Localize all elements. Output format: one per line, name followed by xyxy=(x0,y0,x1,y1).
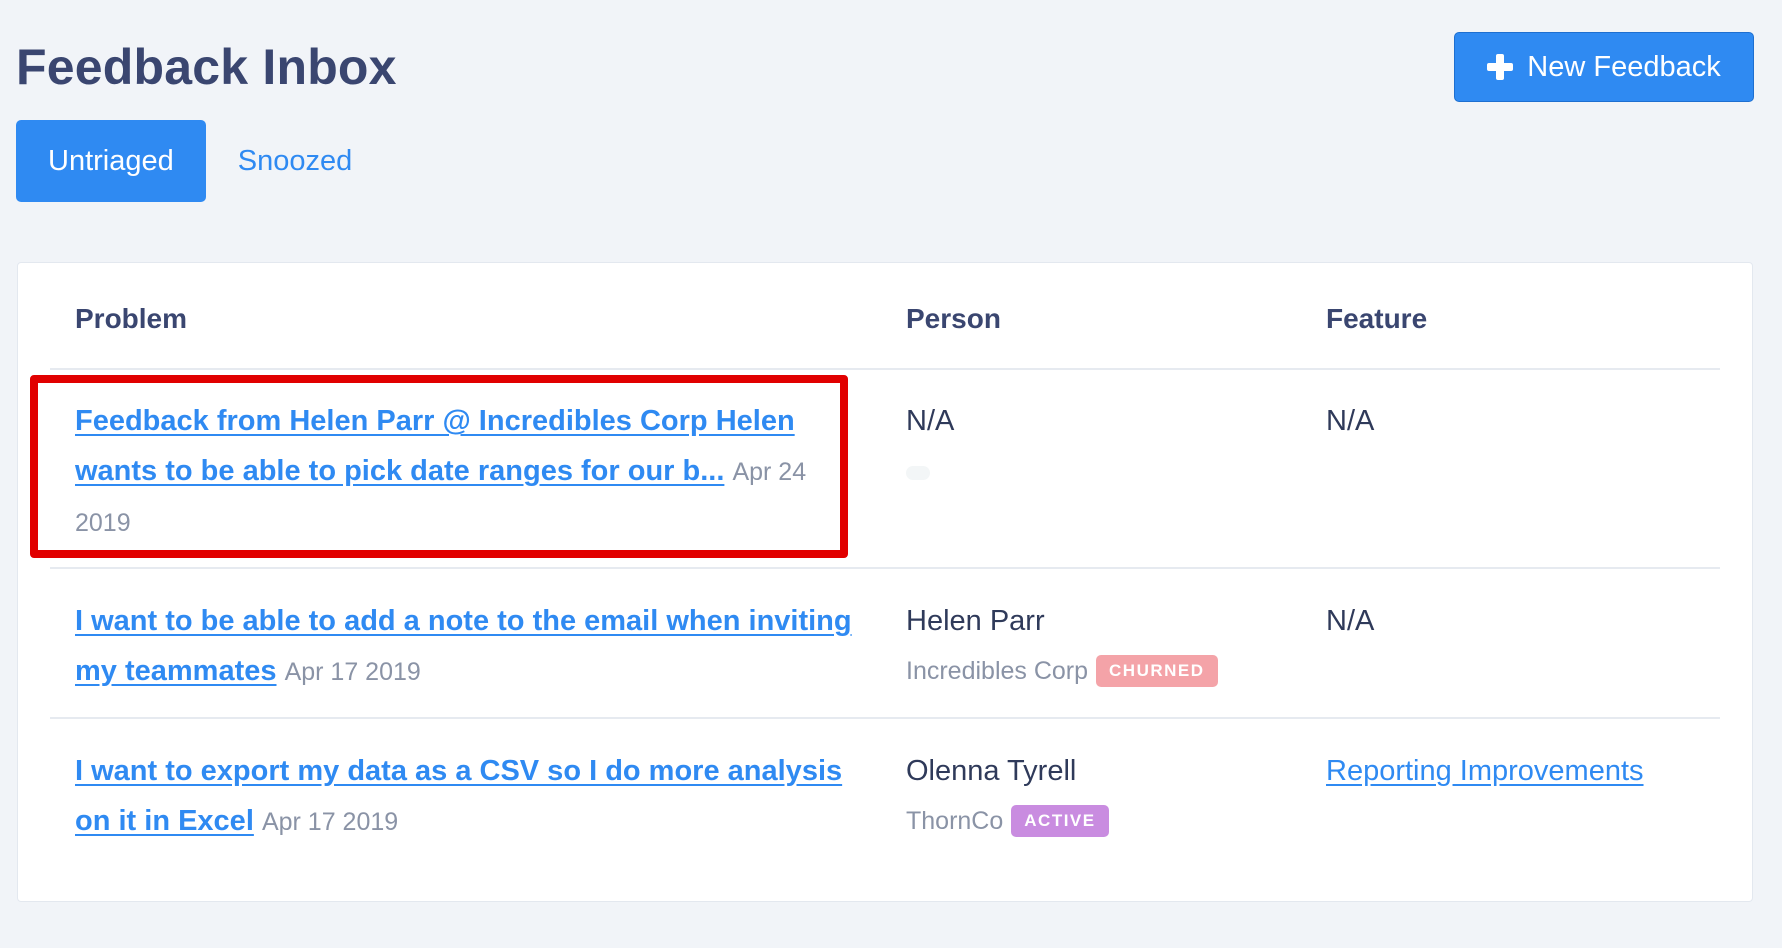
table-row-problem: I want to be able to add a note to the e… xyxy=(75,596,855,697)
row-divider xyxy=(50,717,1720,719)
person-name: N/A xyxy=(906,405,955,437)
plus-icon xyxy=(1487,54,1514,80)
table-row-problem: Feedback from Helen Parr @ Incredibles C… xyxy=(75,396,855,548)
header-divider xyxy=(50,368,1720,370)
status-badge: CHURNED xyxy=(1096,655,1218,687)
table-row-person: Olenna Tyrell ThornCo ACTIVE xyxy=(906,746,1109,846)
company-name: ThornCo xyxy=(906,807,1004,835)
page-title: Feedback Inbox xyxy=(16,39,397,95)
feedback-link[interactable]: I want to be able to add a note to the e… xyxy=(75,605,852,687)
column-header-person: Person xyxy=(906,303,1001,334)
inbox-tabs: Untriaged Snoozed xyxy=(16,120,384,202)
feedback-link[interactable]: Feedback from Helen Parr @ Incredibles C… xyxy=(75,405,795,487)
table-row-person: Helen Parr Incredibles Corp CHURNED xyxy=(906,596,1218,696)
empty-company-placeholder xyxy=(906,466,930,480)
table-row-person: N/A xyxy=(906,396,954,496)
feedback-table: Problem Person Feature Feedback from Hel… xyxy=(17,262,1753,902)
tab-snoozed[interactable]: Snoozed xyxy=(206,120,385,202)
person-company: Incredibles Corp CHURNED xyxy=(906,646,1218,696)
row-divider xyxy=(50,567,1720,569)
person-name: Olenna Tyrell xyxy=(906,755,1077,787)
table-row-feature: N/A xyxy=(1326,405,1375,437)
table-row-feature: Reporting Improvements xyxy=(1326,746,1644,796)
new-feedback-button[interactable]: New Feedback xyxy=(1454,32,1754,102)
feedback-date: Apr 17 2019 xyxy=(284,658,421,686)
new-feedback-label: New Feedback xyxy=(1527,50,1721,83)
table-row-problem: I want to export my data as a CSV so I d… xyxy=(75,746,855,847)
company-name: Incredibles Corp xyxy=(906,657,1089,685)
column-header-problem: Problem xyxy=(75,303,188,334)
table-row-feature: N/A xyxy=(1326,605,1375,637)
status-badge: ACTIVE xyxy=(1011,805,1109,837)
feedback-link[interactable]: I want to export my data as a CSV so I d… xyxy=(75,755,842,837)
person-company: ThornCo ACTIVE xyxy=(906,796,1109,846)
feature-link[interactable]: Reporting Improvements xyxy=(1326,755,1644,787)
column-header-feature: Feature xyxy=(1326,303,1428,334)
person-name: Helen Parr xyxy=(906,605,1045,637)
tab-untriaged[interactable]: Untriaged xyxy=(16,120,206,202)
feedback-date: Apr 17 2019 xyxy=(261,808,399,836)
